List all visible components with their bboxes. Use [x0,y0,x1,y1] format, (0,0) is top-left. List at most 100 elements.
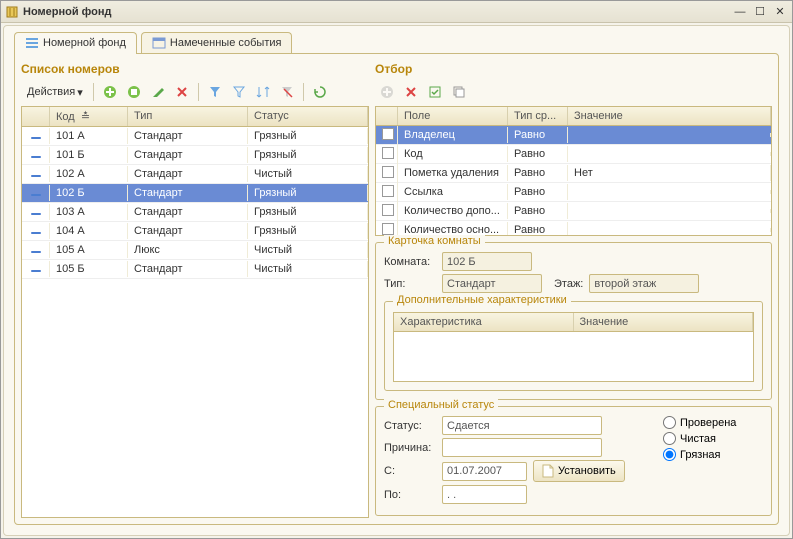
list-icon [25,36,39,50]
cell-type: Люкс [128,242,248,258]
col-value[interactable]: Значение [568,107,771,125]
cell-cmp: Равно [508,165,568,181]
tab-room-fund[interactable]: Номерной фонд [14,32,137,54]
rooms-pane: Список номеров Действия ▾ [21,60,369,518]
tab-events[interactable]: Намеченные события [141,32,293,54]
radio-clean[interactable]: Чистая [663,432,763,445]
table-row[interactable]: Количество осно...Равно [376,221,771,235]
cell-code: 105 А [50,242,128,258]
special-status: Специальный статус Статус: Причина: [375,406,772,516]
radio-dirty[interactable]: Грязная [663,448,763,461]
filter-check-button[interactable] [425,82,445,102]
cell-cmp: Равно [508,127,568,143]
cell-status: Грязный [248,223,368,239]
cell-check[interactable] [376,164,398,183]
col-compare[interactable]: Тип ср... [508,107,568,125]
cell-cmp: Равно [508,184,568,200]
status-label: Статус: [384,420,436,432]
rooms-grid-body: 101 АСтандартГрязный101 БСтандартГрязный… [22,127,368,517]
col-code[interactable]: Код ≛ [50,107,128,126]
cell-val [568,209,771,213]
cell-val: Нет [568,165,771,181]
table-row[interactable]: 104 АСтандартГрязный [22,222,368,241]
col-status[interactable]: Статус [248,107,368,126]
col-char[interactable]: Характеристика [394,313,574,331]
reason-input[interactable] [442,438,602,457]
cell-code: 101 А [50,128,128,144]
table-row[interactable]: 105 БСтандартЧистый [22,260,368,279]
content: Список номеров Действия ▾ [14,53,779,525]
table-row[interactable]: КодРавно [376,145,771,164]
table-row[interactable]: Количество допо...Равно [376,202,771,221]
add-group-button[interactable] [124,82,144,102]
minimize-button[interactable]: — [732,5,748,19]
table-row[interactable]: 102 АСтандартЧистый [22,165,368,184]
cell-field: Владелец [398,127,508,143]
col-field[interactable]: Поле [398,107,508,125]
table-row[interactable]: 101 БСтандартГрязный [22,146,368,165]
filter1-button[interactable] [205,82,225,102]
cell-cmp: Равно [508,146,568,162]
table-row[interactable]: 102 БСтандартГрязный [22,184,368,203]
tab-label: Номерной фонд [43,37,126,49]
cell-cmp: Равно [508,203,568,219]
filter-grid[interactable]: Поле Тип ср... Значение ВладелецРавноКод… [375,106,772,236]
rooms-grid[interactable]: Код ≛ Тип Статус 101 АСтандартГрязный101… [21,106,369,518]
refresh-button[interactable] [310,82,330,102]
table-row[interactable]: 101 АСтандартГрязный [22,127,368,146]
delete-button[interactable] [172,82,192,102]
cell-check[interactable] [376,126,398,145]
chars-grid[interactable]: Характеристика Значение [393,312,754,382]
filter2-button[interactable] [229,82,249,102]
row-marker [22,147,50,163]
cell-val [568,152,771,156]
cell-status: Грязный [248,185,368,201]
cell-field: Количество допо... [398,203,508,219]
app-window: Номерной фонд — ☐ ✕ Номерной фонд Намече… [0,0,793,539]
cell-check[interactable] [376,145,398,164]
from-date-input[interactable] [442,462,527,481]
to-date-input[interactable] [442,485,527,504]
cell-status: Грязный [248,147,368,163]
cell-check[interactable] [376,202,398,221]
filter-delete-button[interactable] [401,82,421,102]
row-marker [22,242,50,258]
cell-check[interactable] [376,183,398,202]
filter-copy-button[interactable] [449,82,469,102]
tabs: Номерной фонд Намеченные события [14,32,779,54]
table-row[interactable]: 105 АЛюксЧистый [22,241,368,260]
radio-checked[interactable]: Проверена [663,416,763,429]
filter-add-button[interactable] [377,82,397,102]
add-button[interactable] [100,82,120,102]
sort-button[interactable] [253,82,273,102]
col-val[interactable]: Значение [574,313,754,331]
maximize-button[interactable]: ☐ [752,5,768,19]
filter-grid-header: Поле Тип ср... Значение [376,107,771,126]
col-marker[interactable] [22,107,50,126]
col-type[interactable]: Тип [128,107,248,126]
filter-toolbar [375,80,772,106]
reason-label: Причина: [384,442,436,454]
room-card: Карточка комнаты Комната: Тип: Этаж: Доп… [375,242,772,400]
filter-off-button[interactable] [277,82,297,102]
extra-chars: Дополнительные характеристики Характерис… [384,301,763,391]
cell-status: Грязный [248,204,368,220]
table-row[interactable]: Пометка удаленияРавноНет [376,164,771,183]
cell-type: Стандарт [128,223,248,239]
cell-code: 103 А [50,204,128,220]
status-input[interactable] [442,416,602,435]
actions-dropdown[interactable]: Действия ▾ [23,84,87,101]
app-icon [5,5,19,19]
set-button[interactable]: Установить [533,460,625,482]
room-card-legend: Карточка комнаты [384,235,485,247]
cell-check[interactable] [376,221,398,236]
actions-label: Действия [27,86,75,98]
table-row[interactable]: СсылкаРавно [376,183,771,202]
cell-type: Стандарт [128,166,248,182]
edit-button[interactable] [148,82,168,102]
close-button[interactable]: ✕ [772,5,788,19]
room-label: Комната: [384,256,436,268]
table-row[interactable]: 103 АСтандартГрязный [22,203,368,222]
table-row[interactable]: ВладелецРавно [376,126,771,145]
col-check[interactable] [376,107,398,125]
